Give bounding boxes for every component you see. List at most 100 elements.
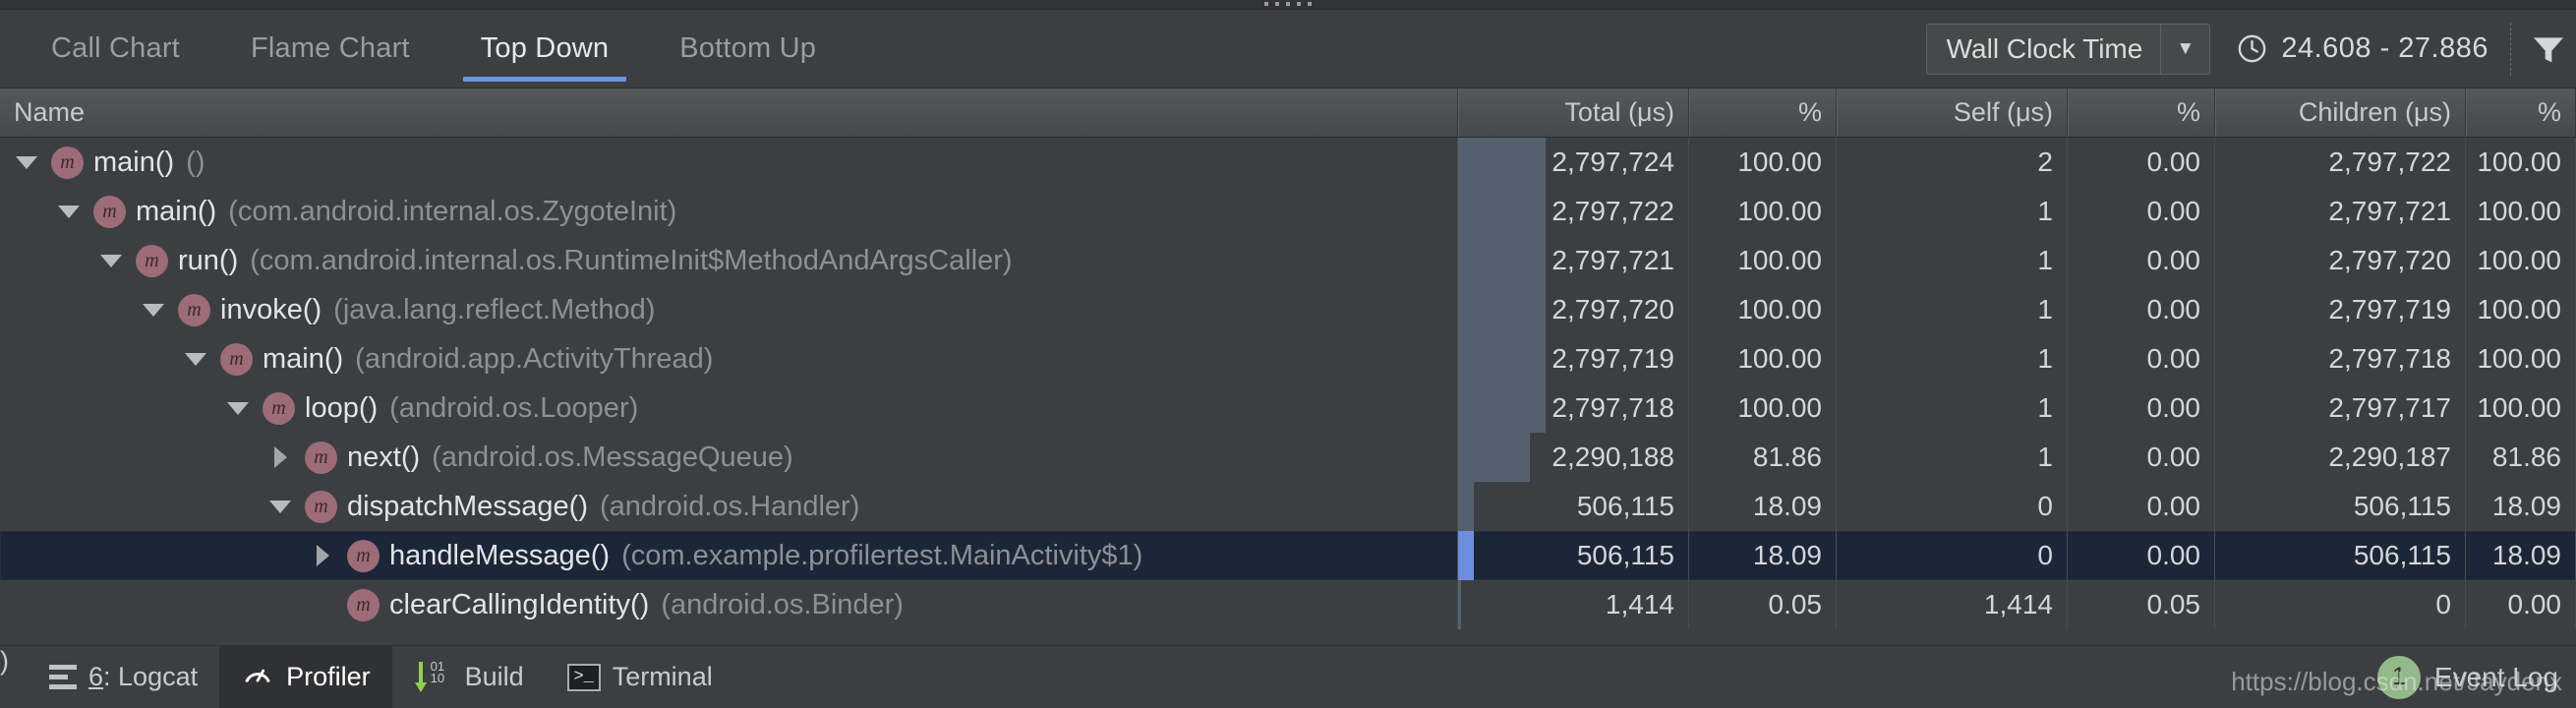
cell-value: 2,797,722 <box>1551 196 1674 226</box>
column-header-pct-4[interactable]: % <box>2068 88 2215 137</box>
status-tool-profiler[interactable]: Profiler <box>219 645 392 708</box>
cell-value: 100.00 <box>1737 343 1822 374</box>
expand-arrow-right-icon[interactable] <box>306 531 339 580</box>
column-header-totals[interactable]: Total (μs) <box>1458 88 1689 137</box>
cell-value: 100.00 <box>2477 196 2561 226</box>
cell-value: 18.09 <box>1752 491 1822 521</box>
cell-value: 2,290,188 <box>1551 442 1674 472</box>
method-package: (android.os.Handler) <box>600 490 860 522</box>
row-name-cell[interactable]: m next() (android.os.MessageQueue) <box>0 433 1458 482</box>
row-name-cell[interactable]: m handleMessage() (com.example.profilertes… <box>0 531 1458 580</box>
cell-value: 1 <box>2037 392 2053 423</box>
row-name-cell[interactable]: m clearCallingIdentity() (android.os.Binde… <box>0 580 1458 629</box>
expand-arrow-down-icon[interactable] <box>221 384 255 433</box>
row-name-cell[interactable]: m run() (com.android.internal.os.RuntimeIn… <box>0 236 1458 285</box>
tab-bottom-up[interactable]: Bottom Up <box>644 10 851 88</box>
expand-arrow-down-icon[interactable] <box>179 334 212 384</box>
method-name: handleMessage() <box>389 539 611 571</box>
status-tool-label: Profiler <box>286 662 371 691</box>
cell-value: 2 <box>2037 147 2053 177</box>
method-package: () <box>186 146 205 178</box>
row-cell-total-pct: 100.00 <box>1689 334 1837 384</box>
row-cell-children-pct: 100.00 <box>2466 285 2576 334</box>
cell-value: 0.00 <box>2146 294 2201 324</box>
tab-flame-chart[interactable]: Flame Chart <box>215 10 445 88</box>
table-row[interactable]: m clearCallingIdentity() (android.os.Binde… <box>0 580 2576 629</box>
profiler-window: Call Chart Flame Chart Top Down Bottom Up W… <box>0 0 2576 708</box>
row-name-cell[interactable]: m main() (android.app.ActivityThread) <box>0 334 1458 384</box>
tab-top-down[interactable]: Top Down <box>445 10 645 88</box>
table-row[interactable]: m invoke() (java.lang.reflect.Method) 2,797… <box>0 285 2576 334</box>
chevron-down-icon[interactable]: ▼ <box>2160 24 2209 74</box>
method-name: main() <box>136 195 217 227</box>
clock-type-select[interactable]: Wall Clock Time ▼ <box>1925 23 2211 75</box>
row-name-cell[interactable]: m loop() (android.os.Looper) <box>0 384 1458 433</box>
table-row[interactable]: m loop() (android.os.Looper) 2,797,718 100.0… <box>0 384 2576 433</box>
row-cell-total-pct: 0.05 <box>1689 580 1837 629</box>
cell-value: 0.05 <box>2146 589 2201 620</box>
column-header-name[interactable]: Name <box>0 88 1458 137</box>
row-cell-self-pct: 0.00 <box>2068 334 2215 384</box>
event-log-button[interactable]: Event Log <box>2434 662 2558 693</box>
column-header-pct-2[interactable]: % <box>1689 88 1837 137</box>
build-icon: 01 10 <box>414 660 453 695</box>
expand-arrow-right-icon[interactable] <box>263 433 297 482</box>
cell-value: 2,290,187 <box>2328 442 2451 472</box>
status-tool-logcat[interactable]: 6: Logcat <box>28 646 219 708</box>
total-time-bar <box>1458 236 1546 285</box>
column-header-selfs[interactable]: Self (μs) <box>1837 88 2068 137</box>
row-cell-self: 0 <box>1837 531 2068 580</box>
filter-icon[interactable] <box>2511 30 2576 69</box>
cell-value: 2,797,722 <box>2328 147 2451 177</box>
row-cell-total-pct: 100.00 <box>1689 236 1837 285</box>
row-cell-total: 2,797,724 <box>1458 138 1689 187</box>
table-row[interactable]: m handleMessage() (com.example.profilertes… <box>0 531 2576 580</box>
table-row[interactable]: m dispatchMessage() (android.os.Handler) 50… <box>0 482 2576 531</box>
cell-value: 100.00 <box>1737 294 1822 324</box>
expand-arrow-down-icon[interactable] <box>10 138 43 187</box>
expand-arrow-down-icon[interactable] <box>137 285 170 334</box>
method-icon: m <box>220 342 253 376</box>
row-cell-total-pct: 100.00 <box>1689 285 1837 334</box>
table-row[interactable]: m next() (android.os.MessageQueue) 2,290,18… <box>0 433 2576 482</box>
row-cell-children: 2,797,719 <box>2215 285 2466 334</box>
expand-arrow-down-icon[interactable] <box>52 187 86 236</box>
cell-value: 506,115 <box>2353 491 2451 521</box>
row-cell-total: 2,797,718 <box>1458 384 1689 433</box>
cell-value: 0.00 <box>2146 491 2201 521</box>
drag-handle-dots[interactable] <box>1264 2 1312 6</box>
row-cell-children-pct: 100.00 <box>2466 187 2576 236</box>
table-row[interactable]: m main() () 2,797,724 100.00 2 0.00 2,797,722 10… <box>0 138 2576 187</box>
expand-arrow-down-icon[interactable] <box>94 236 128 285</box>
column-header-pct-6[interactable]: % <box>2466 88 2576 137</box>
row-cell-self-pct: 0.00 <box>2068 433 2215 482</box>
status-tool-terminal[interactable]: >_ Terminal <box>546 646 734 708</box>
clock-icon <box>2236 32 2268 65</box>
cell-value: 1 <box>2037 294 2053 324</box>
cell-value: 0 <box>2037 491 2053 521</box>
row-cell-self: 1 <box>1837 433 2068 482</box>
panel-drag-strip[interactable] <box>0 0 2576 10</box>
cell-value: 0.00 <box>2146 392 2201 423</box>
method-name: clearCallingIdentity() <box>389 588 650 620</box>
status-tool-build[interactable]: 01 10 Build <box>392 646 546 708</box>
column-header-childrens[interactable]: Children (μs) <box>2215 88 2466 137</box>
expand-arrow-down-icon[interactable] <box>263 482 297 531</box>
cell-value: 1 <box>2037 343 2053 374</box>
table-row[interactable]: m run() (com.android.internal.os.RuntimeIn… <box>0 236 2576 285</box>
row-cell-children-pct: 0.00 <box>2466 580 2576 629</box>
row-cell-total-pct: 100.00 <box>1689 187 1837 236</box>
tab-call-chart[interactable]: Call Chart <box>16 10 215 88</box>
table-row[interactable]: m main() (android.app.ActivityThread) 2,797… <box>0 334 2576 384</box>
table-row[interactable]: m main() (com.android.internal.os.ZygoteIn… <box>0 187 2576 236</box>
method-icon: m <box>136 244 168 277</box>
total-time-bar <box>1458 433 1530 482</box>
cell-value: 100.00 <box>2477 343 2561 374</box>
row-name-cell[interactable]: m invoke() (java.lang.reflect.Method) <box>0 285 1458 334</box>
expand-arrow-placeholder <box>306 580 339 629</box>
row-name-cell[interactable]: m main() (com.android.internal.os.ZygoteIn… <box>0 187 1458 236</box>
status-bar: ) 6: Logcat Profiler 01 10 Build >_ Terminal 1 … <box>0 645 2576 708</box>
row-name-cell[interactable]: m main() () <box>0 138 1458 187</box>
method-name: run() <box>178 244 239 276</box>
row-name-cell[interactable]: m dispatchMessage() (android.os.Handler) <box>0 482 1458 531</box>
